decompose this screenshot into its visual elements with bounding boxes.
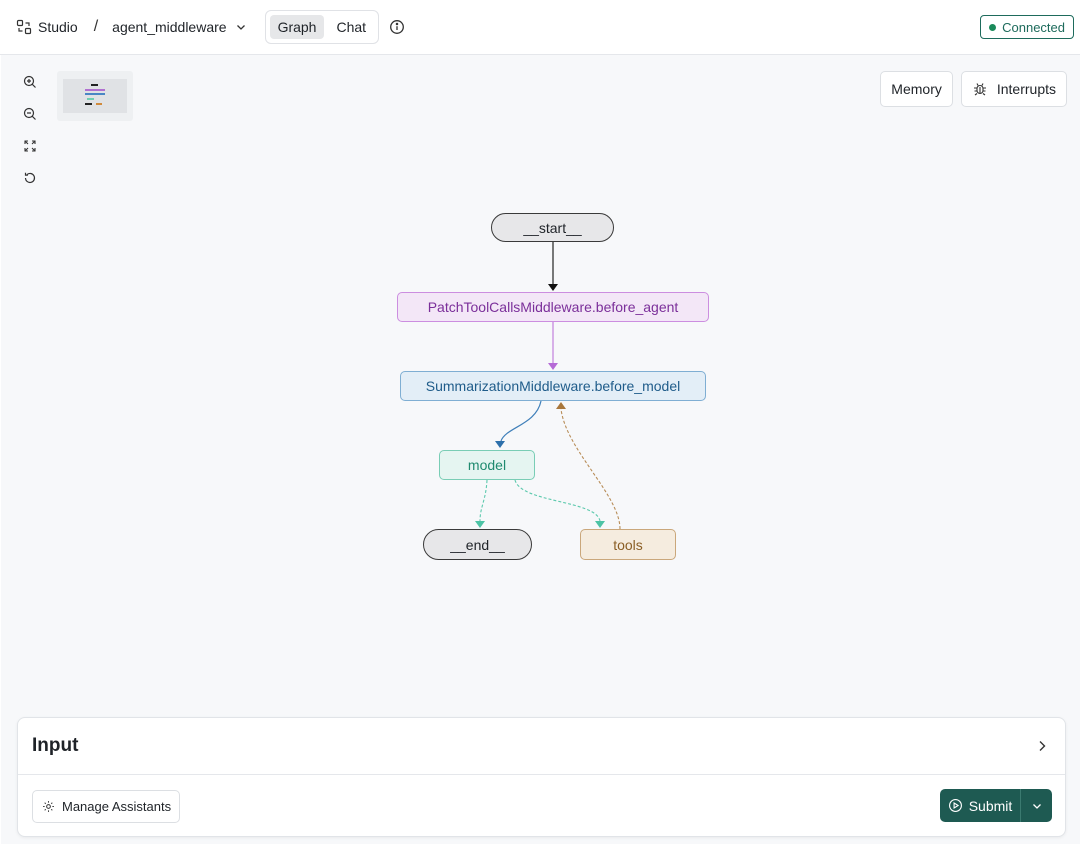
zoom-out-icon <box>23 107 36 120</box>
canvas-actions: Memory Interrupts <box>880 71 1067 107</box>
edge-tools-summarization <box>556 402 621 530</box>
edge-start-patch <box>548 242 558 291</box>
input-title: Input <box>32 735 79 756</box>
chevron-down-icon <box>1032 803 1041 809</box>
studio-link[interactable]: Studio <box>16 19 78 35</box>
memory-label: Memory <box>891 81 942 97</box>
submit-button[interactable]: Submit <box>940 789 1020 822</box>
minimap-node-end <box>85 103 92 105</box>
edge-model-tools <box>514 479 605 528</box>
edge-model-end <box>475 479 488 528</box>
minimap-viewport <box>63 79 127 113</box>
node-summarization[interactable]: SummarizationMiddleware.before_model <box>400 371 706 401</box>
zoom-out-button[interactable] <box>21 105 39 123</box>
fit-view-icon <box>24 140 36 152</box>
submit-button-group: Submit <box>940 789 1052 822</box>
input-panel-header[interactable]: Input <box>18 718 1065 775</box>
node-patch-tool-calls[interactable]: PatchToolCallsMiddleware.before_agent <box>397 292 709 322</box>
minimap-node-patch <box>85 89 105 91</box>
bug-icon <box>973 83 986 96</box>
input-panel-footer: Manage Assistants Submit <box>18 775 1065 837</box>
project-name: agent_middleware <box>112 19 227 35</box>
edge-patch-summarization <box>548 322 558 370</box>
manage-assistants-button[interactable]: Manage Assistants <box>32 790 181 823</box>
play-icon <box>948 799 962 812</box>
interrupts-button[interactable]: Interrupts <box>960 71 1067 107</box>
memory-button[interactable]: Memory <box>880 71 953 107</box>
studio-label: Studio <box>38 19 78 35</box>
canvas-controls <box>21 73 39 187</box>
minimap-node-start <box>91 84 98 86</box>
project-selector[interactable]: agent_middleware <box>112 19 246 35</box>
manage-assistants-label: Manage Assistants <box>62 799 172 814</box>
minimap-node-model <box>87 98 94 100</box>
node-tools[interactable]: tools <box>580 529 676 560</box>
node-end[interactable]: __end__ <box>423 529 532 560</box>
view-tabs: Graph Chat <box>264 10 380 44</box>
zoom-in-icon <box>23 75 36 88</box>
zoom-in-button[interactable] <box>21 73 39 91</box>
breadcrumb-separator: / <box>93 18 99 35</box>
node-model[interactable]: model <box>439 450 535 480</box>
minimap-node-tools <box>96 103 102 105</box>
gear-icon <box>43 801 54 812</box>
chevron-down-icon <box>236 25 245 30</box>
reset-icon <box>24 172 36 184</box>
interrupts-label: Interrupts <box>996 81 1056 97</box>
fit-view-button[interactable] <box>21 137 39 155</box>
submit-options-button[interactable] <box>1020 789 1052 822</box>
connection-status-badge: Connected <box>980 15 1074 39</box>
node-start[interactable]: __start__ <box>491 213 614 242</box>
minimap-node-summarization <box>85 93 105 95</box>
reset-view-button[interactable] <box>21 169 39 187</box>
submit-label: Submit <box>968 797 1013 814</box>
input-panel: Input Manage Assistants Submit <box>17 717 1066 837</box>
chevron-right-icon[interactable] <box>1035 739 1049 753</box>
tab-chat[interactable]: Chat <box>328 15 374 39</box>
status-label: Connected <box>1002 19 1065 35</box>
top-bar: Studio / agent_middleware Graph Chat Con… <box>0 0 1080 55</box>
edge-summarization-model <box>495 400 542 448</box>
tab-graph[interactable]: Graph <box>269 15 325 39</box>
studio-icon <box>16 19 32 35</box>
info-icon[interactable] <box>389 19 405 35</box>
minimap[interactable] <box>57 71 133 121</box>
status-dot <box>989 23 997 31</box>
